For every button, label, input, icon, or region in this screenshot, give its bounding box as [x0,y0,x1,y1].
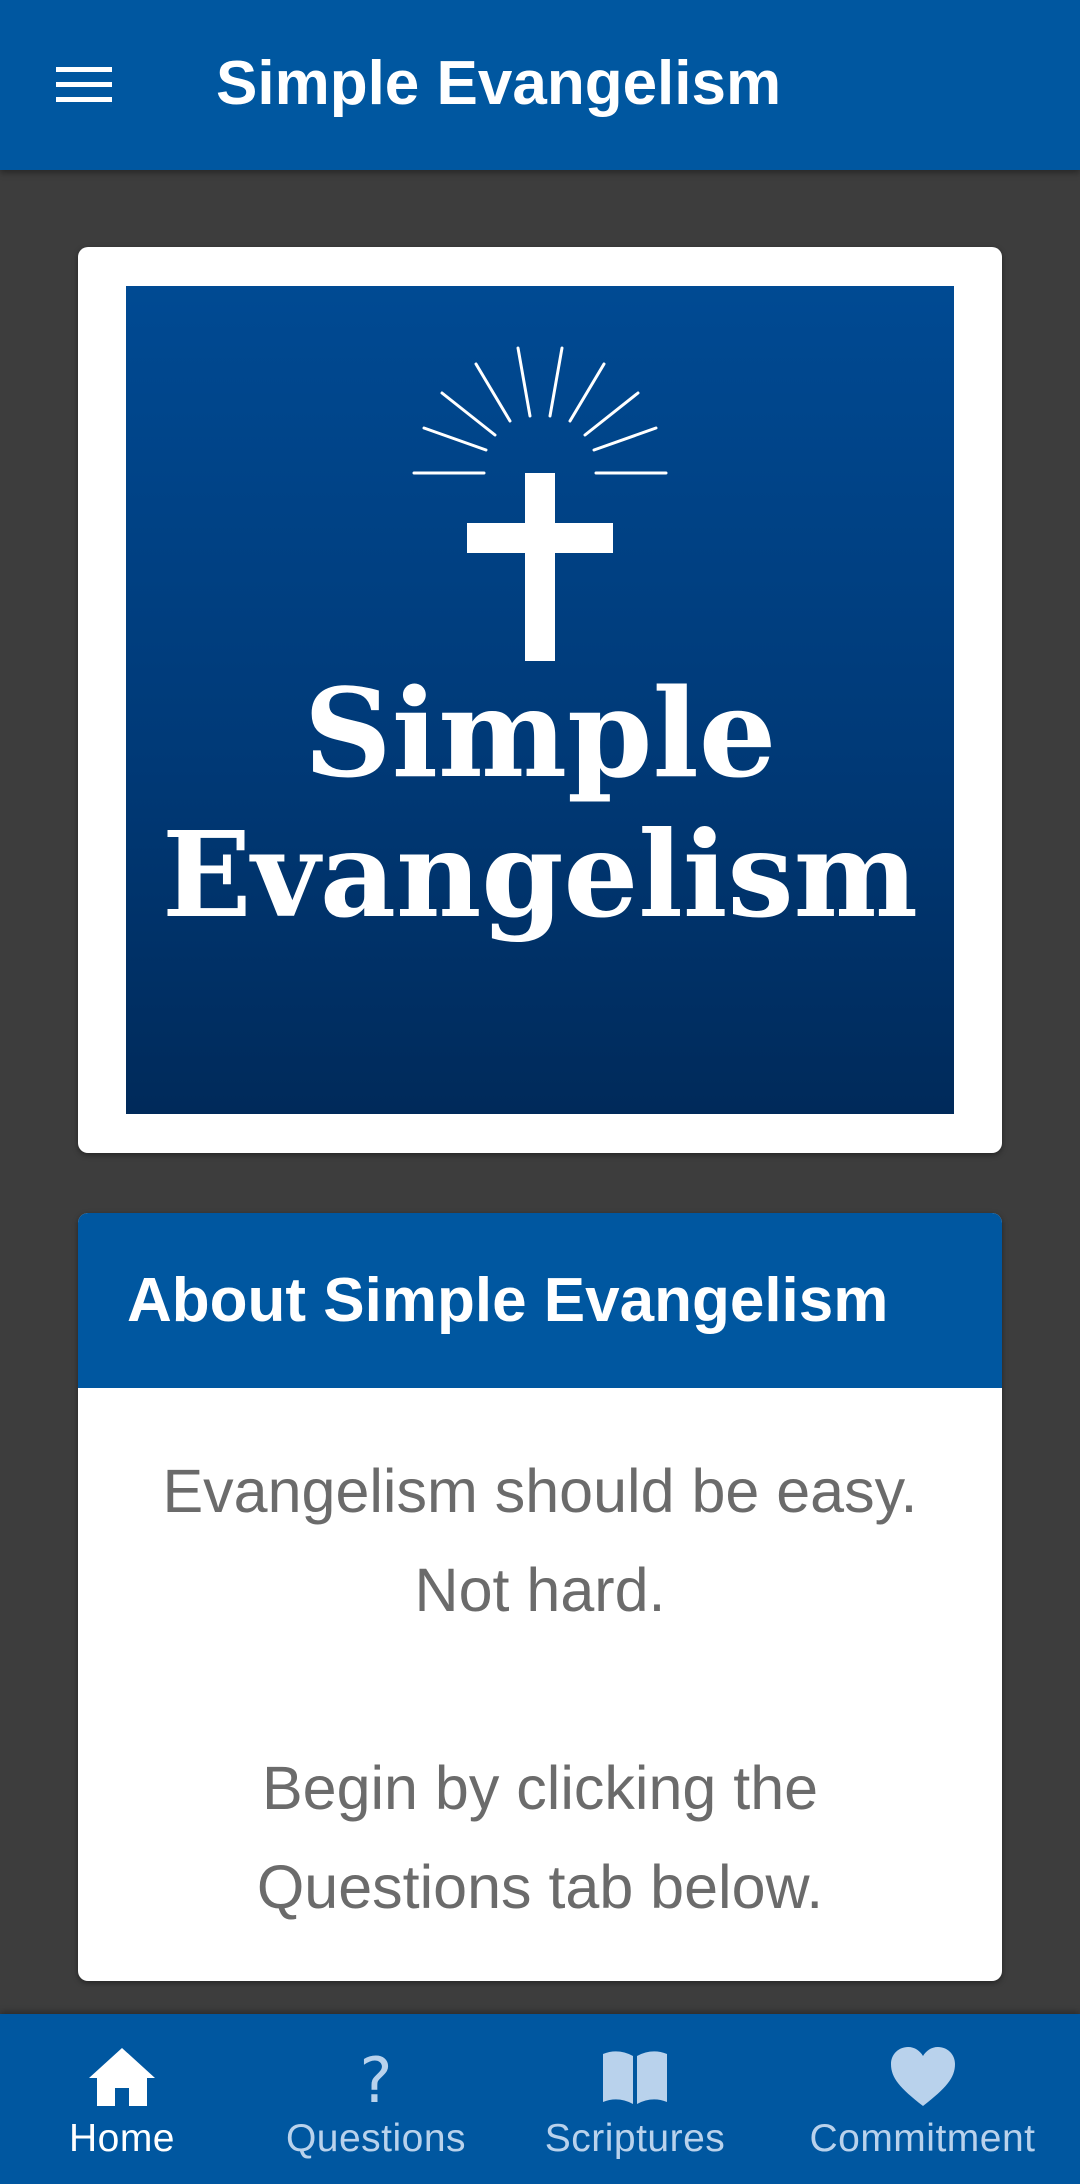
logo-card: Simple Evangelism [78,247,1002,1153]
nav-tab-label: Commitment [809,2117,1036,2160]
about-text-line: Evangelism should be easy. [162,1457,918,1525]
question-mark-icon: ? [360,2044,393,2110]
open-book-icon [603,2051,667,2104]
logo-image: Simple Evangelism [126,286,954,1114]
nav-tab-label: Questions [285,2117,467,2160]
nav-tab-label: Scriptures [544,2117,726,2160]
nav-tab-commitment[interactable]: Commitment [795,2014,1050,2184]
nav-tab-scriptures[interactable]: Scriptures [530,2014,740,2184]
heart-icon [890,2047,955,2106]
home-icon [89,2048,155,2106]
about-text-line: Not hard. [414,1556,666,1624]
about-text-line: Questions tab below. [256,1853,824,1921]
svg-text:?: ? [360,2044,393,2110]
nav-tab-questions[interactable]: ? Questions [266,2014,486,2184]
app-bar: Simple Evangelism [0,0,1080,170]
about-card-body: Evangelism should be easy. Not hard. Beg… [78,1388,1002,1981]
hamburger-menu-icon[interactable] [44,55,124,115]
about-card-header: About Simple Evangelism [78,1213,1002,1388]
about-card: About Simple Evangelism Evangelism shoul… [78,1213,1002,1981]
nav-tab-label: Home [68,2117,176,2160]
nav-tab-home[interactable]: Home [22,2014,222,2184]
about-text-line: Begin by clicking the [261,1754,819,1822]
logo-text-line2: Evangelism [162,805,918,944]
logo-text-line1: Simple [304,661,777,805]
app-title: Simple Evangelism [216,49,782,118]
about-card-title: About Simple Evangelism [127,1266,889,1335]
bottom-navigation: Home ? Questions Scriptures Commitment [0,2014,1080,2184]
cross-with-rays-icon: Simple Evangelism [162,346,918,944]
